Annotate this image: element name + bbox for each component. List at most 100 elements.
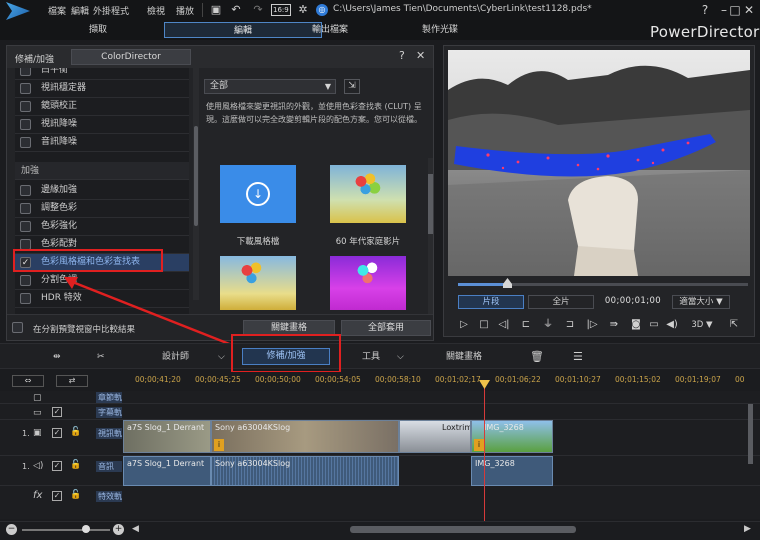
apply-all-button[interactable]: 全部套用 [341, 320, 431, 336]
clip-mode-button[interactable]: 片段 [458, 295, 524, 309]
list-item[interactable]: 色彩強化 [15, 218, 189, 236]
previous-frame-icon[interactable]: ◁| [496, 318, 512, 332]
menu-playback[interactable]: 播放 [176, 4, 194, 17]
style-filter-dropdown[interactable]: 全部 ▼ [204, 79, 336, 94]
track-enable-checkbox[interactable]: ✓ [52, 461, 62, 471]
redo-icon[interactable]: ↷ [251, 3, 265, 17]
mark-in-icon[interactable]: ⊏ [518, 318, 534, 332]
stop-icon[interactable]: □ [476, 318, 492, 332]
audio-clip[interactable]: Sony a63004KSlog [211, 456, 399, 486]
checkbox[interactable] [20, 185, 31, 196]
preset-thumb-4[interactable] [330, 256, 406, 310]
download-profile-thumb[interactable]: ↓ [220, 165, 296, 223]
list-item[interactable]: 音訊降噪 [15, 134, 189, 152]
playhead-line[interactable] [484, 381, 485, 521]
import-profile-icon[interactable]: ⇲ [344, 79, 360, 94]
video-clip[interactable]: Loxtrim [399, 420, 471, 453]
menu-edit[interactable]: 編輯 [71, 4, 89, 17]
scroll-right-icon[interactable]: ▶ [744, 524, 751, 534]
checkbox[interactable] [20, 203, 31, 214]
lock-icon[interactable]: 🔓 [70, 490, 81, 500]
checkbox[interactable] [20, 83, 31, 94]
list-item[interactable]: 白平衡 [15, 68, 189, 80]
trash-icon[interactable]: 🗑 [530, 350, 544, 364]
preview-video[interactable] [448, 50, 750, 276]
tab-output[interactable]: 輸出檔案 [284, 22, 376, 38]
zoom-fit-icon[interactable]: ⇔ [12, 375, 44, 387]
track-enable-checkbox[interactable]: ✓ [52, 491, 62, 501]
mark-out-icon[interactable]: ⊐ [562, 318, 578, 332]
detach-preview-icon[interactable]: ⇱ [726, 318, 742, 332]
checkbox[interactable] [20, 275, 31, 286]
chevron-down-icon[interactable]: ⌵ [218, 350, 225, 364]
close-button[interactable]: ✕ [741, 2, 757, 18]
preset-60s-thumb[interactable] [330, 165, 406, 223]
menu-plugins[interactable]: 外掛程式 [93, 4, 129, 17]
list-item[interactable]: 鏡頭校正 [15, 98, 189, 116]
more-tools-icon[interactable]: ☰ [573, 350, 583, 364]
video-clip[interactable]: Sony a63004KSlog i [211, 420, 399, 453]
checkbox[interactable] [20, 119, 31, 130]
list-scrollbar-thumb[interactable] [194, 126, 198, 226]
next-frame-icon[interactable]: |▷ [584, 318, 600, 332]
list-item[interactable]: 視訊穩定器 [15, 80, 189, 98]
panel-close-button[interactable]: ✕ [416, 49, 425, 62]
timeline-horizontal-scrollbar[interactable] [350, 526, 576, 533]
track-manager-icon[interactable]: ⇄ [56, 375, 88, 387]
tab-capture[interactable]: 擷取 [52, 22, 144, 38]
mute-icon[interactable]: ◀) [664, 318, 680, 332]
designer-button[interactable]: 設計師 [162, 350, 189, 364]
help-button[interactable]: ? [697, 2, 713, 18]
aspect-ratio-button[interactable]: 16:9 [271, 4, 291, 16]
panel-help-button[interactable]: ? [399, 49, 405, 62]
preset-scrollbar-thumb[interactable] [428, 174, 433, 234]
save-icon[interactable]: ▣ [209, 3, 223, 17]
colordirector-button[interactable]: ColorDirector [71, 49, 191, 65]
zoom-out-icon[interactable]: − [6, 524, 17, 535]
menu-view[interactable]: 檢視 [147, 4, 165, 17]
divider [202, 3, 203, 17]
video-clip[interactable]: a7S Slog_1 Derrant [123, 420, 211, 453]
3d-mode-button[interactable]: 3D ▼ [688, 318, 716, 332]
keyframe-toolbar-button[interactable]: 關鍵畫格 [446, 350, 482, 364]
project-file-path: C:\Users\James Tien\Documents\CyberLink\… [333, 4, 592, 14]
timecode-display[interactable]: 00;00;01;00 [598, 295, 668, 309]
track-enable-checkbox[interactable]: ✓ [52, 428, 62, 438]
preset-label: 60 年代家庭影片 [335, 237, 401, 247]
menu-file[interactable]: 檔案 [48, 4, 66, 17]
tab-create-disc[interactable]: 製作光碟 [394, 22, 486, 38]
zoom-in-icon[interactable]: + [113, 524, 124, 535]
checkbox[interactable] [20, 293, 31, 304]
tools-button[interactable]: 工具 [362, 350, 380, 364]
checkbox[interactable] [20, 137, 31, 148]
track-enable-checkbox[interactable]: ✓ [52, 407, 62, 417]
movie-mode-button[interactable]: 全片 [528, 295, 594, 309]
list-item[interactable]: 邊緣加強 [15, 182, 189, 200]
subtitle-icon[interactable]: ▭ [646, 318, 662, 332]
scissors-icon[interactable]: ✂ [97, 350, 105, 364]
undo-icon[interactable]: ↶ [229, 3, 243, 17]
checkbox[interactable] [20, 101, 31, 112]
split-icon[interactable]: ⏚ [540, 318, 556, 332]
lock-icon[interactable]: 🔓 [70, 427, 81, 437]
fit-timeline-icon[interactable]: ⇹ [53, 350, 61, 364]
snapshot-icon[interactable]: ◙ [628, 318, 644, 332]
list-item[interactable]: 視訊降噪 [15, 116, 189, 134]
lock-icon[interactable]: 🔓 [70, 460, 81, 470]
scrubber-handle[interactable] [503, 278, 512, 288]
timeline-vertical-scrollbar[interactable] [748, 404, 753, 464]
cyberlink-account-icon[interactable]: ◎ [316, 4, 328, 16]
chevron-down-icon[interactable]: ⌵ [397, 350, 404, 364]
fit-size-dropdown[interactable]: 適當大小 ▼ [672, 295, 730, 309]
play-icon[interactable]: ▷ [456, 318, 472, 332]
zoom-slider[interactable] [22, 529, 110, 531]
checkbox[interactable] [20, 221, 31, 232]
fast-forward-icon[interactable]: ⇛ [606, 318, 622, 332]
checkbox[interactable] [20, 68, 31, 76]
scroll-left-icon[interactable]: ◀ [132, 524, 139, 534]
list-item[interactable]: 調整色彩 [15, 200, 189, 218]
audio-clip[interactable]: a7S Slog_1 Derrant [123, 456, 211, 486]
settings-gear-icon[interactable]: ✲ [296, 3, 310, 17]
zoom-slider-knob[interactable] [82, 525, 90, 533]
compare-checkbox[interactable] [12, 322, 23, 333]
